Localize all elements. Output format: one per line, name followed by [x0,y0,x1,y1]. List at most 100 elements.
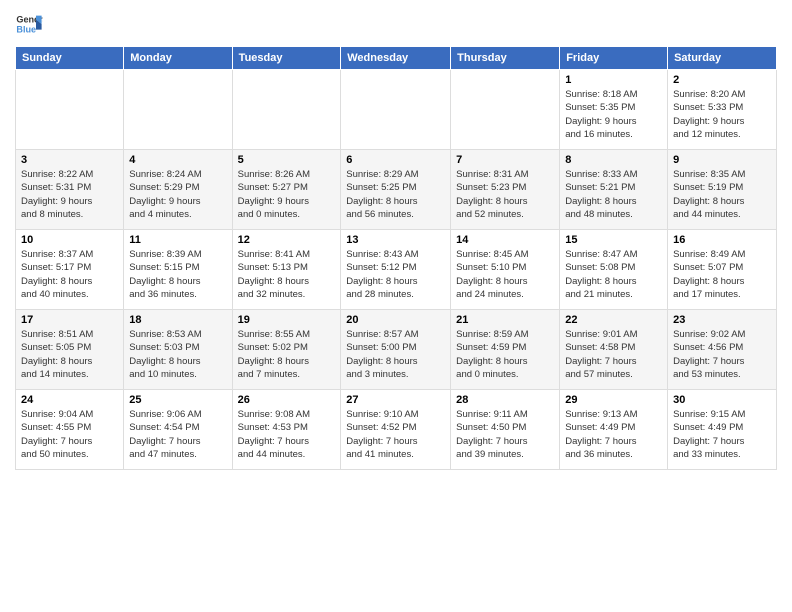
day-number: 2 [673,74,771,86]
page: General Blue SundayMondayTuesdayWednesda… [0,0,792,612]
calendar-cell: 10 Sunrise: 8:37 AM Sunset: 5:17 PM Dayli… [16,230,124,310]
day-number: 30 [673,394,771,406]
calendar-cell: 30 Sunrise: 9:15 AM Sunset: 4:49 PM Dayli… [668,390,777,470]
day-number: 11 [129,234,226,246]
calendar-cell: 19 Sunrise: 8:55 AM Sunset: 5:02 PM Dayli… [232,310,341,390]
day-number: 17 [21,314,118,326]
calendar-cell [451,70,560,150]
day-number: 25 [129,394,226,406]
day-info: Sunrise: 8:47 AM Sunset: 5:08 PM Dayligh… [565,248,662,301]
day-number: 1 [565,74,662,86]
day-info: Sunrise: 9:10 AM Sunset: 4:52 PM Dayligh… [346,408,445,461]
calendar-week-3: 17 Sunrise: 8:51 AM Sunset: 5:05 PM Dayli… [16,310,777,390]
day-number: 7 [456,154,554,166]
day-info: Sunrise: 9:11 AM Sunset: 4:50 PM Dayligh… [456,408,554,461]
day-number: 16 [673,234,771,246]
calendar-cell: 29 Sunrise: 9:13 AM Sunset: 4:49 PM Dayli… [560,390,668,470]
calendar-cell [124,70,232,150]
day-info: Sunrise: 9:15 AM Sunset: 4:49 PM Dayligh… [673,408,771,461]
calendar-cell: 17 Sunrise: 8:51 AM Sunset: 5:05 PM Dayli… [16,310,124,390]
day-number: 23 [673,314,771,326]
calendar-cell: 26 Sunrise: 9:08 AM Sunset: 4:53 PM Dayli… [232,390,341,470]
day-number: 10 [21,234,118,246]
calendar-cell: 21 Sunrise: 8:59 AM Sunset: 4:59 PM Dayli… [451,310,560,390]
calendar-cell: 28Sunrise: 9:11 AM Sunset: 4:50 PM Dayli… [451,390,560,470]
day-number: 29 [565,394,662,406]
day-info: Sunrise: 8:29 AM Sunset: 5:25 PM Dayligh… [346,168,445,221]
day-number: 22 [565,314,662,326]
day-info: Sunrise: 8:33 AM Sunset: 5:21 PM Dayligh… [565,168,662,221]
day-info: Sunrise: 8:18 AM Sunset: 5:35 PM Dayligh… [565,88,662,141]
calendar-cell: 5 Sunrise: 8:26 AM Sunset: 5:27 PM Daylig… [232,150,341,230]
calendar-cell: 18 Sunrise: 8:53 AM Sunset: 5:03 PM Dayli… [124,310,232,390]
day-info: Sunrise: 9:08 AM Sunset: 4:53 PM Dayligh… [238,408,336,461]
day-number: 13 [346,234,445,246]
day-info: Sunrise: 8:43 AM Sunset: 5:12 PM Dayligh… [346,248,445,301]
day-number: 21 [456,314,554,326]
day-number: 24 [21,394,118,406]
col-header-thursday: Thursday [451,47,560,70]
calendar-cell [341,70,451,150]
col-header-friday: Friday [560,47,668,70]
day-info: Sunrise: 8:35 AM Sunset: 5:19 PM Dayligh… [673,168,771,221]
calendar-cell: 27Sunrise: 9:10 AM Sunset: 4:52 PM Dayli… [341,390,451,470]
day-info: Sunrise: 9:01 AM Sunset: 4:58 PM Dayligh… [565,328,662,381]
svg-text:Blue: Blue [16,24,36,34]
day-info: Sunrise: 9:13 AM Sunset: 4:49 PM Dayligh… [565,408,662,461]
calendar-cell: 9 Sunrise: 8:35 AM Sunset: 5:19 PM Daylig… [668,150,777,230]
day-info: Sunrise: 8:59 AM Sunset: 4:59 PM Dayligh… [456,328,554,381]
day-number: 18 [129,314,226,326]
day-number: 19 [238,314,336,326]
calendar-week-0: 1 Sunrise: 8:18 AM Sunset: 5:35 PM Daylig… [16,70,777,150]
day-number: 8 [565,154,662,166]
col-header-saturday: Saturday [668,47,777,70]
day-info: Sunrise: 8:22 AM Sunset: 5:31 PM Dayligh… [21,168,118,221]
day-info: Sunrise: 8:51 AM Sunset: 5:05 PM Dayligh… [21,328,118,381]
calendar-cell: 14 Sunrise: 8:45 AM Sunset: 5:10 PM Dayli… [451,230,560,310]
day-info: Sunrise: 9:02 AM Sunset: 4:56 PM Dayligh… [673,328,771,381]
calendar-cell: 22 Sunrise: 9:01 AM Sunset: 4:58 PM Dayli… [560,310,668,390]
calendar-cell: 16 Sunrise: 8:49 AM Sunset: 5:07 PM Dayli… [668,230,777,310]
calendar-week-4: 24 Sunrise: 9:04 AM Sunset: 4:55 PM Dayli… [16,390,777,470]
calendar-cell: 13 Sunrise: 8:43 AM Sunset: 5:12 PM Dayli… [341,230,451,310]
day-info: Sunrise: 8:45 AM Sunset: 5:10 PM Dayligh… [456,248,554,301]
calendar-cell: 25Sunrise: 9:06 AM Sunset: 4:54 PM Dayli… [124,390,232,470]
day-number: 15 [565,234,662,246]
day-info: Sunrise: 8:55 AM Sunset: 5:02 PM Dayligh… [238,328,336,381]
day-number: 12 [238,234,336,246]
day-number: 3 [21,154,118,166]
day-info: Sunrise: 8:31 AM Sunset: 5:23 PM Dayligh… [456,168,554,221]
calendar-cell: 3 Sunrise: 8:22 AM Sunset: 5:31 PM Daylig… [16,150,124,230]
calendar-cell: 12 Sunrise: 8:41 AM Sunset: 5:13 PM Dayli… [232,230,341,310]
day-info: Sunrise: 8:24 AM Sunset: 5:29 PM Dayligh… [129,168,226,221]
calendar-cell: 1 Sunrise: 8:18 AM Sunset: 5:35 PM Daylig… [560,70,668,150]
day-info: Sunrise: 8:53 AM Sunset: 5:03 PM Dayligh… [129,328,226,381]
day-number: 14 [456,234,554,246]
day-info: Sunrise: 8:37 AM Sunset: 5:17 PM Dayligh… [21,248,118,301]
day-number: 4 [129,154,226,166]
calendar-cell [232,70,341,150]
day-info: Sunrise: 8:49 AM Sunset: 5:07 PM Dayligh… [673,248,771,301]
header: General Blue [15,10,777,38]
calendar-cell: 20 Sunrise: 8:57 AM Sunset: 5:00 PM Dayli… [341,310,451,390]
col-header-tuesday: Tuesday [232,47,341,70]
col-header-sunday: Sunday [16,47,124,70]
calendar-header-row: SundayMondayTuesdayWednesdayThursdayFrid… [16,47,777,70]
calendar-cell: 2Sunrise: 8:20 AM Sunset: 5:33 PM Daylig… [668,70,777,150]
day-number: 9 [673,154,771,166]
calendar-cell: 4 Sunrise: 8:24 AM Sunset: 5:29 PM Daylig… [124,150,232,230]
calendar-cell: 8 Sunrise: 8:33 AM Sunset: 5:21 PM Daylig… [560,150,668,230]
day-info: Sunrise: 9:04 AM Sunset: 4:55 PM Dayligh… [21,408,118,461]
day-info: Sunrise: 8:57 AM Sunset: 5:00 PM Dayligh… [346,328,445,381]
col-header-wednesday: Wednesday [341,47,451,70]
calendar-cell: 24 Sunrise: 9:04 AM Sunset: 4:55 PM Dayli… [16,390,124,470]
day-number: 20 [346,314,445,326]
logo-icon: General Blue [15,10,43,38]
calendar-cell: 6Sunrise: 8:29 AM Sunset: 5:25 PM Daylig… [341,150,451,230]
day-info: Sunrise: 8:41 AM Sunset: 5:13 PM Dayligh… [238,248,336,301]
calendar-table: SundayMondayTuesdayWednesdayThursdayFrid… [15,46,777,470]
day-number: 5 [238,154,336,166]
day-info: Sunrise: 8:26 AM Sunset: 5:27 PM Dayligh… [238,168,336,221]
day-number: 26 [238,394,336,406]
day-info: Sunrise: 8:39 AM Sunset: 5:15 PM Dayligh… [129,248,226,301]
